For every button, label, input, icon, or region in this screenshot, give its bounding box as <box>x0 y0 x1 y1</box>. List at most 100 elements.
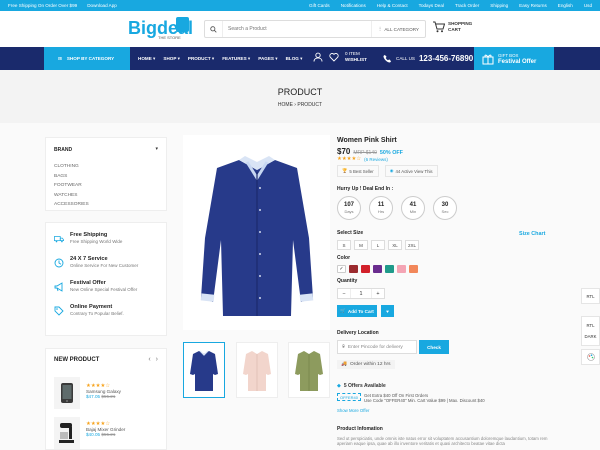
nav-item-shop[interactable]: SHOP ▾ <box>163 56 180 62</box>
countdown-unit: Sec <box>441 209 449 214</box>
color-swatch[interactable] <box>385 265 394 273</box>
wishlist-link[interactable]: 0 ITEM WISHLIST <box>345 51 367 63</box>
trophy-icon: 🏆 <box>342 168 348 173</box>
caret-down-icon[interactable]: ▾ <box>155 146 158 152</box>
color-swatch[interactable] <box>349 265 358 273</box>
rtl-toggle[interactable]: RTL <box>581 288 600 304</box>
breadcrumb-home[interactable]: HOME <box>278 102 293 108</box>
color-swatch[interactable] <box>361 265 370 273</box>
product-thumbnail-1[interactable] <box>183 342 225 398</box>
quantity-decrease-button[interactable]: − <box>338 289 350 298</box>
color-picker-button[interactable] <box>581 349 600 365</box>
pink-shirt-thumb <box>243 351 271 391</box>
new-product-item[interactable]: ★★★★☆ Samsung Galaxy $47.05 $55.21 <box>54 377 121 409</box>
color-swatch[interactable] <box>397 265 406 273</box>
filter-item-accessories[interactable]: ACCESSORIES <box>54 200 89 210</box>
nav-item-product[interactable]: PRODUCT ▾ <box>188 56 214 62</box>
help-contact-link[interactable]: Help & Contact <box>377 3 408 8</box>
user-icon[interactable] <box>313 52 323 62</box>
services-box: Free Shipping Free Shipping World Wide 2… <box>45 222 167 336</box>
service-title: Free Shipping <box>70 232 108 238</box>
add-to-cart-button[interactable]: 🛒 Add To Cart <box>337 305 377 317</box>
easy-returns-link[interactable]: Easy Returns <box>519 3 547 8</box>
chevron-right-icon[interactable]: › <box>156 356 158 363</box>
size-option-2xl[interactable]: 2XL <box>405 240 419 250</box>
nav-item-blog[interactable]: BLOG ▾ <box>286 56 303 62</box>
brand-filter-list: CLOTHING BAGS FOOTWEAR WATCHES ACCESSORI… <box>54 162 89 210</box>
service-free-shipping: Free Shipping Free Shipping World Wide <box>46 226 166 250</box>
check-pincode-button[interactable]: Check <box>419 340 449 354</box>
show-more-offers-link[interactable]: Show More Offer <box>337 408 369 413</box>
product-thumbnail <box>54 417 80 449</box>
track-order-link[interactable]: Track Order <box>455 3 479 8</box>
dark-mode-toggle[interactable]: DARK <box>585 334 597 339</box>
shop-by-category-button[interactable]: ⊞ SHOP BY CATEGORY <box>44 47 130 70</box>
site-logo[interactable]: Bigdeal THE STORE <box>128 17 193 40</box>
brand-filter-heading[interactable]: BRAND <box>54 147 72 153</box>
quantity-increase-button[interactable]: + <box>372 289 384 298</box>
top-bar-left: Free Shipping On Order Over $99 Download… <box>8 3 117 8</box>
truck-icon <box>54 236 64 243</box>
delivery-location-label: Delivery Location <box>337 330 379 336</box>
category-select[interactable]: ⋮ ALL CATEGORY <box>370 21 425 37</box>
reviews-link[interactable]: (6 Reviews) <box>364 157 388 162</box>
size-option-xl[interactable]: XL <box>388 240 402 250</box>
notifications-link[interactable]: Notifications <box>341 3 366 8</box>
color-swatch[interactable] <box>373 265 382 273</box>
search-input[interactable] <box>223 26 371 32</box>
gift-cards-link[interactable]: Gift Cards <box>309 3 330 8</box>
product-thumbnail-3[interactable] <box>288 342 330 398</box>
size-chart-link[interactable]: Size Chart <box>519 231 545 237</box>
current-price: $47.05 <box>86 394 101 399</box>
countdown-value: 11 <box>377 202 385 208</box>
nav-item-label: SHOP <box>163 55 177 61</box>
shipping-link[interactable]: Shipping <box>490 3 508 8</box>
search-icon[interactable] <box>205 21 223 37</box>
add-to-wishlist-button[interactable]: ♥ <box>381 305 394 317</box>
size-option-s[interactable]: S <box>337 240 351 250</box>
currency-select[interactable]: Usd <box>584 3 592 8</box>
pincode-input[interactable]: ⌾ Enter Pincode for delivery <box>337 340 417 354</box>
todays-deal-link[interactable]: Todays Deal <box>419 3 444 8</box>
active-viewers-label: 44 Active View This <box>395 168 433 174</box>
chevron-left-icon[interactable]: ‹ <box>148 356 150 363</box>
offer-code[interactable]: OFFER40 <box>337 393 362 401</box>
color-label: Color <box>337 255 351 261</box>
color-swatch-selected[interactable]: ✓ <box>337 265 346 273</box>
shopping-cart-button[interactable]: SHOPPING CART <box>432 21 472 33</box>
product-thumbnail <box>54 377 80 409</box>
nav-item-pages[interactable]: PAGES ▾ <box>258 56 277 62</box>
active-viewers-badge: ◉ 44 Active View This <box>384 165 438 177</box>
delivery-estimate: 🚚 Order within 12 hrs <box>337 360 395 369</box>
countdown-value: 30 <box>441 202 449 208</box>
product-thumbnail-2[interactable] <box>236 342 278 398</box>
gift-box-offer[interactable]: GIFT BOX Festival Offer <box>474 47 554 70</box>
countdown-minutes: 41 Min <box>401 196 425 220</box>
bag-logo-icon <box>176 17 189 32</box>
product-main-image[interactable] <box>183 135 330 330</box>
nav-item-features[interactable]: FEATURES ▾ <box>222 56 250 62</box>
filter-item-clothing[interactable]: CLOTHING <box>54 162 89 172</box>
heart-icon[interactable] <box>329 52 339 62</box>
filter-item-footwear[interactable]: FOOTWEAR <box>54 181 89 191</box>
nav-item-home[interactable]: HOME ▾ <box>138 56 155 62</box>
color-options: ✓ <box>337 265 418 273</box>
service-title: 24 X 7 Service <box>70 256 108 262</box>
phone-number[interactable]: 123-456-76890 <box>419 54 473 63</box>
quantity-value[interactable]: 1 <box>350 289 372 298</box>
color-swatch[interactable] <box>409 265 418 273</box>
filter-item-watches[interactable]: WATCHES <box>54 191 89 201</box>
download-app-link[interactable]: Download App <box>87 3 117 8</box>
logo-tagline: THE STORE <box>158 35 181 40</box>
size-option-m[interactable]: M <box>354 240 368 250</box>
header: Bigdeal THE STORE ⋮ ALL CATEGORY SHOPPIN… <box>0 11 600 47</box>
olive-shirt-thumb <box>295 351 323 391</box>
product-price: $70 <box>337 147 351 156</box>
language-select[interactable]: English <box>558 3 573 8</box>
rating-stars: ★★★★☆ <box>337 156 362 162</box>
filter-item-bags[interactable]: BAGS <box>54 172 89 182</box>
size-option-l[interactable]: L <box>371 240 385 250</box>
call-us: CALL US 123-456-76890 <box>383 47 473 70</box>
rtl-toggle-2[interactable]: RTL <box>586 323 594 328</box>
new-product-item[interactable]: ★★★★☆ Bajaj Mixer Grinder $40.05 $55.21 <box>54 417 125 449</box>
